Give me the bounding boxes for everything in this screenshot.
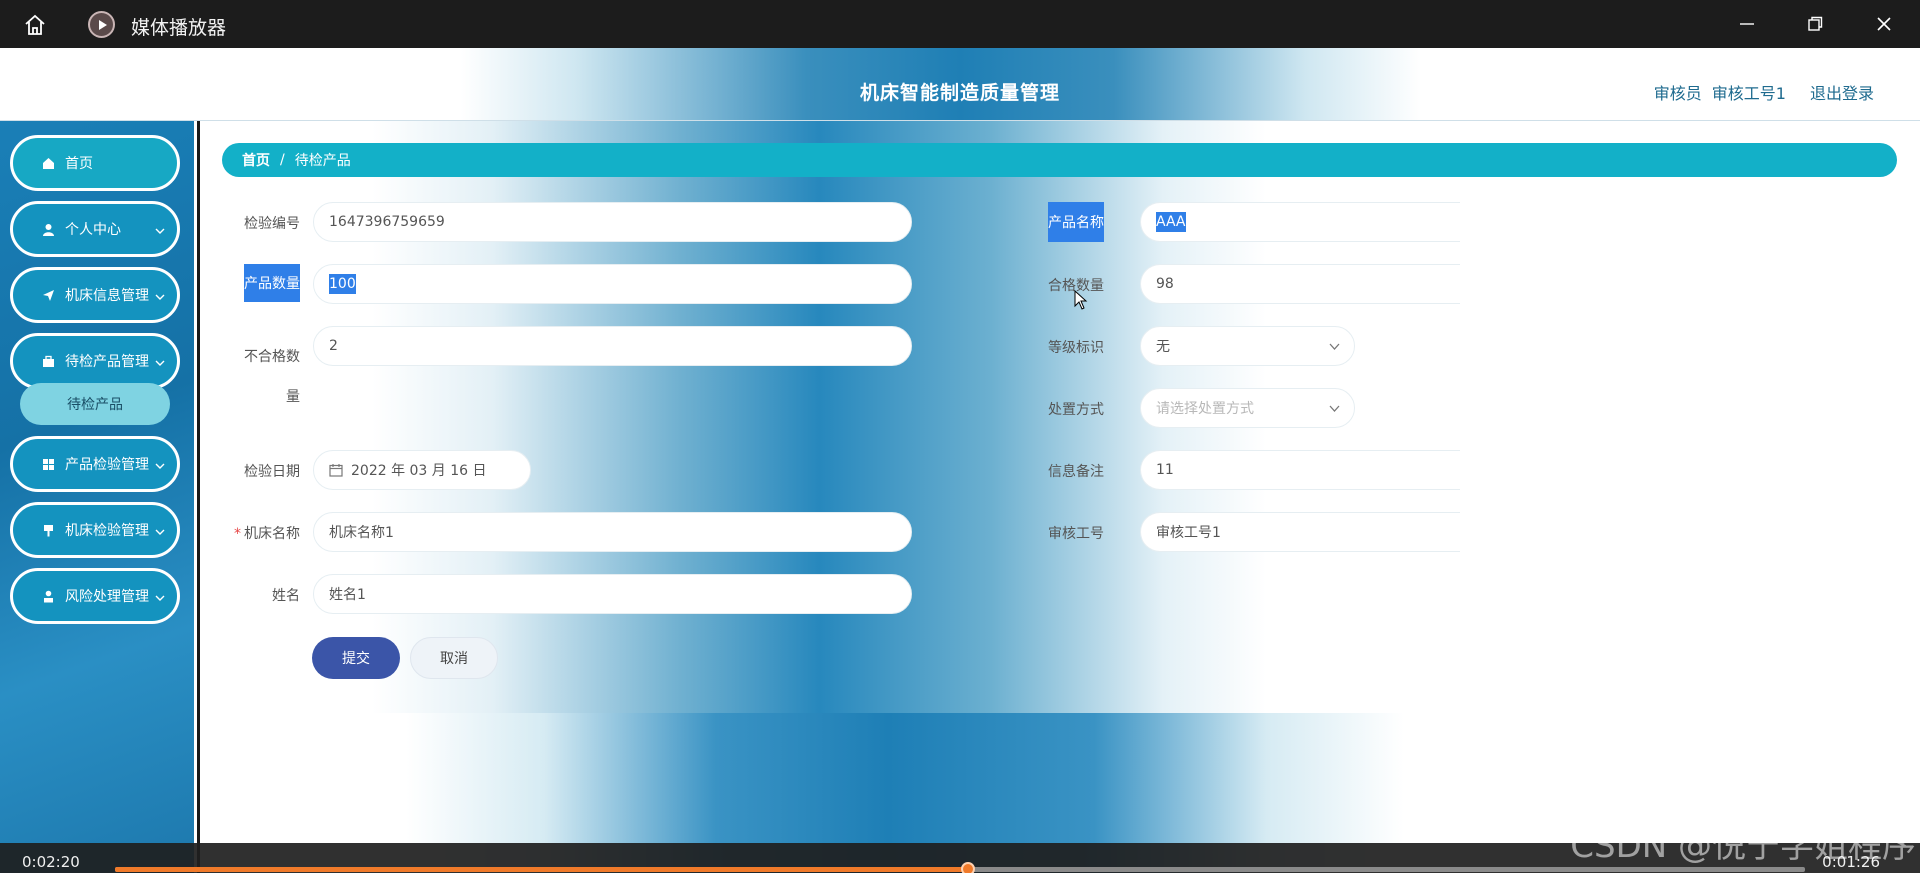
- qualified-qty-field[interactable]: 98: [1140, 264, 1460, 304]
- media-player-logo-icon: [88, 11, 115, 38]
- unqualified-qty-label: 不合格数 量: [244, 349, 300, 405]
- sidebar-item-machine-inspection[interactable]: 机床检验管理: [10, 502, 180, 558]
- inspect-date-picker[interactable]: 2022 年 03 月 16 日: [313, 450, 531, 490]
- main-content: 首页 / 待检产品 检验编号 1647396759659 产品数量 100 不合…: [200, 121, 1920, 873]
- sidebar-item-machine-info[interactable]: 机床信息管理: [10, 267, 180, 323]
- sidebar-item-label: 首页: [65, 156, 93, 172]
- sidebar-item-label: 风险处理管理: [65, 589, 149, 605]
- sidebar-item-risk-handling[interactable]: 风险处理管理: [10, 568, 180, 624]
- product-name-label: 产品名称: [1048, 202, 1112, 242]
- chevron-down-icon: [155, 459, 165, 475]
- mouse-cursor-icon: [1074, 289, 1088, 314]
- header-user-area: 审核员 审核工号1 退出登录: [1654, 80, 1874, 104]
- chevron-down-icon: [155, 290, 165, 306]
- user-name: 审核工号1: [1711, 84, 1786, 103]
- sidebar-item-label: 待检产品管理: [65, 354, 149, 370]
- unqualified-qty-field[interactable]: 2: [313, 326, 912, 366]
- sidebar-item-label: 机床检验管理: [65, 523, 149, 539]
- breadcrumb-current: 待检产品: [294, 153, 351, 169]
- name-field[interactable]: 姓名1: [313, 574, 912, 614]
- name-label: 姓名: [272, 588, 300, 604]
- seek-bar-handle[interactable]: [961, 862, 976, 873]
- product-qty-label: 产品数量: [220, 264, 300, 304]
- sidebar-item-home[interactable]: 首页: [10, 135, 180, 191]
- app-header: 机床智能制造质量管理 审核员 审核工号1 退出登录: [0, 48, 1920, 121]
- time-elapsed: 0:02:20: [22, 853, 80, 871]
- breadcrumb-home[interactable]: 首页: [242, 150, 270, 170]
- calendar-icon: [329, 463, 343, 477]
- sidebar-item-product-inspection[interactable]: 产品检验管理: [10, 436, 180, 492]
- chevron-down-icon: [155, 591, 165, 607]
- sidebar-subitem-pending-product[interactable]: 待检产品: [20, 383, 170, 425]
- chevron-down-icon: [1329, 340, 1340, 356]
- submit-button[interactable]: 提交: [312, 637, 400, 679]
- sidebar-item-pending-products[interactable]: 待检产品管理: [10, 333, 180, 389]
- sidebar-item-label: 机床信息管理: [65, 288, 149, 304]
- breadcrumb-separator: /: [280, 152, 285, 168]
- sidebar-item-personal-center[interactable]: 个人中心: [10, 201, 180, 257]
- minimize-icon[interactable]: [1727, 8, 1767, 40]
- remark-field[interactable]: 11: [1140, 450, 1460, 490]
- machine-name-label: * 机床名称: [234, 526, 300, 542]
- sidebar-item-label: 个人中心: [65, 222, 121, 238]
- product-name-field[interactable]: AAA: [1140, 202, 1460, 242]
- logout-link[interactable]: 退出登录: [1810, 80, 1874, 104]
- home-icon[interactable]: [20, 10, 50, 40]
- inspection-no-field[interactable]: 1647396759659: [313, 202, 912, 242]
- product-qty-field[interactable]: 100: [313, 264, 912, 304]
- auditor-no-field[interactable]: 审核工号1: [1140, 512, 1460, 552]
- grid-icon: [41, 457, 55, 471]
- send-icon: [41, 288, 55, 302]
- inspect-date-label: 检验日期: [244, 464, 300, 480]
- disposal-select[interactable]: 请选择处置方式: [1140, 388, 1355, 428]
- remark-label: 信息备注: [1048, 464, 1104, 480]
- grade-value: 无: [1156, 339, 1170, 355]
- chevron-down-icon: [1329, 402, 1340, 418]
- chevron-down-icon: [155, 525, 165, 541]
- user-role: 审核员: [1653, 84, 1702, 103]
- person-icon: [41, 589, 55, 603]
- machine-name-field[interactable]: 机床名称1: [313, 512, 912, 552]
- chevron-down-icon: [155, 224, 165, 240]
- pin-icon: [41, 523, 55, 537]
- sidebar: 首页 个人中心 机床信息管理 待检产品管理 待检产品 产品检验管理 机床检验管理: [0, 121, 197, 873]
- player-title-bar: 媒体播放器: [0, 0, 1920, 48]
- home-icon: [41, 156, 55, 170]
- user-icon: [41, 222, 55, 236]
- seek-bar-progress: [115, 867, 969, 872]
- grade-label: 等级标识: [1048, 340, 1104, 356]
- disposal-placeholder: 请选择处置方式: [1156, 401, 1254, 417]
- briefcase-icon: [41, 354, 55, 368]
- auditor-no-label: 审核工号: [1048, 526, 1104, 542]
- chevron-down-icon: [155, 356, 165, 372]
- seek-bar[interactable]: [115, 862, 1805, 873]
- disposal-label: 处置方式: [1048, 402, 1104, 418]
- breadcrumb: 首页 / 待检产品: [222, 143, 1897, 177]
- watermark-text: CSDN @悦宁学姐程序: [1570, 826, 1916, 866]
- app-title: 机床智能制造质量管理: [859, 82, 1060, 104]
- inspection-no-label: 检验编号: [244, 216, 300, 232]
- grade-select[interactable]: 无: [1140, 326, 1355, 366]
- inspect-date-value: 2022 年 03 月 16 日: [351, 463, 487, 479]
- restore-icon[interactable]: [1795, 8, 1835, 40]
- close-icon[interactable]: [1864, 8, 1904, 40]
- cancel-button[interactable]: 取消: [410, 637, 498, 679]
- player-title: 媒体播放器: [131, 17, 227, 39]
- sidebar-item-label: 产品检验管理: [65, 457, 149, 473]
